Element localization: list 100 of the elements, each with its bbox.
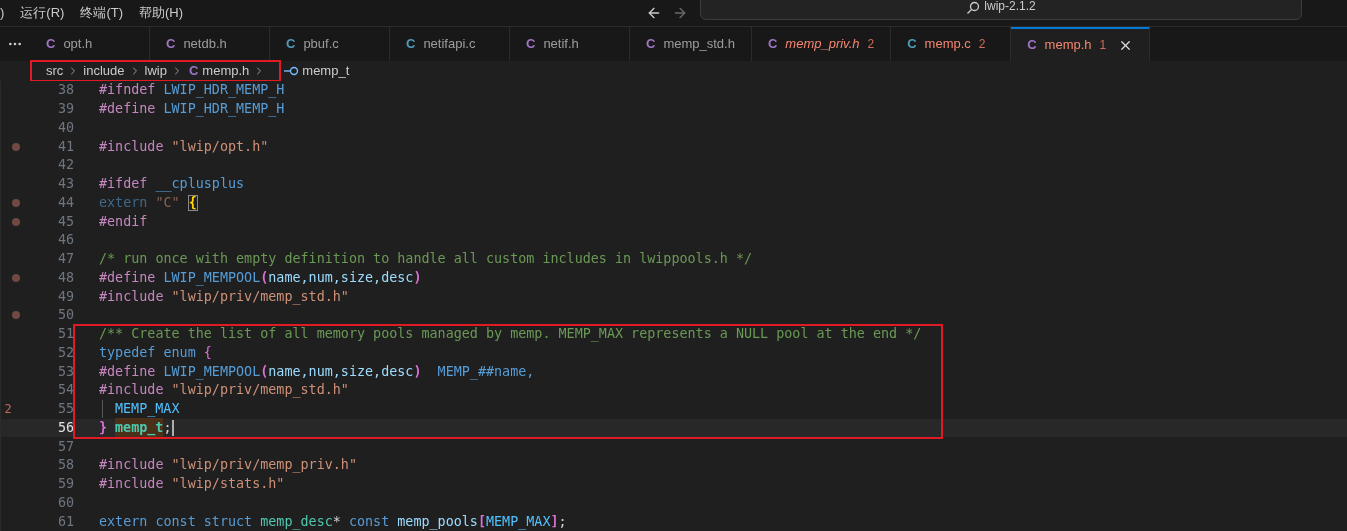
code-token: ; [163, 418, 172, 437]
breadcrumb-item[interactable]: include [83, 61, 125, 81]
code-token: ; [558, 512, 567, 531]
code-token: #include [99, 381, 164, 400]
code-token: #include [99, 137, 164, 156]
file-type-icon: C [526, 34, 536, 54]
line-number: 42 [56, 156, 74, 175]
code-token: LWIP_HDR_MEMP_H [162, 100, 285, 119]
line-number: 61 [56, 512, 74, 531]
file-type-icon: C [1027, 35, 1037, 55]
code-token: "lwip/priv/memp_std.h" [170, 287, 349, 307]
tab-label: pbuf.c [303, 35, 339, 54]
tab-label: memp_priv.h [785, 35, 860, 54]
line-number: 54 [56, 381, 74, 400]
line-number: 48 [56, 268, 74, 287]
tab-label: opt.h [63, 35, 93, 54]
line-number: 40 [56, 118, 74, 137]
code-token: #include [99, 287, 164, 306]
symbol-icon [283, 66, 300, 76]
code-token: const [347, 512, 390, 531]
code-token: #define [99, 362, 156, 381]
code-token: MEMP_MAX [115, 400, 180, 419]
file-type-icon: C [767, 34, 778, 54]
line-number: 57 [56, 437, 74, 456]
code-token: [ [477, 512, 486, 529]
line-number: 53 [56, 362, 74, 381]
line-number: 52 [56, 343, 74, 362]
line-number: 49 [56, 287, 74, 306]
breadcrumb-item[interactable]: memp_t [302, 61, 350, 81]
code-token: #include [99, 456, 164, 475]
code-token: #define [99, 268, 156, 287]
code-token: extern const struct [99, 512, 253, 531]
code-token: ( [260, 362, 269, 379]
code-token: MEMP_##name, [436, 362, 535, 382]
file-type-icon: C [646, 34, 656, 54]
code-token: #define [99, 100, 156, 119]
code-token: name,num,size,desc [268, 268, 414, 287]
code-token: } [99, 418, 108, 437]
menu-item[interactable]: 终端(T) [80, 3, 123, 23]
line-number: 45 [56, 212, 74, 231]
tab-label: memp.h [1044, 36, 1092, 55]
tab-label: netif.h [543, 35, 579, 54]
code-token: name,num,size,desc [268, 362, 414, 381]
code-token: ( [260, 268, 269, 285]
code-token: ) [413, 362, 422, 381]
line-number: 39 [56, 100, 74, 119]
code-token: extern [99, 193, 148, 212]
code-token: __cplusplus [154, 175, 245, 194]
code-token: "lwip/opt.h" [170, 137, 269, 156]
code-token: MEMP_MAX [486, 512, 551, 531]
line-number: 46 [56, 231, 74, 250]
file-type-icon: C [907, 34, 917, 54]
code-token: #endif [99, 212, 148, 231]
line-number: 51 [56, 325, 74, 344]
problem-count: 2 [978, 36, 986, 53]
code-token: ] [550, 512, 559, 531]
code-token: "lwip/priv/memp_std.h" [170, 381, 349, 400]
line-number: 38 [56, 81, 74, 100]
code-token: #ifndef [99, 81, 156, 100]
menu-item[interactable]: ) [0, 3, 5, 23]
code-token: LWIP_MEMPOOL [162, 268, 261, 288]
code-token: LWIP_HDR_MEMP_H [162, 81, 285, 100]
line-number: 50 [56, 306, 74, 325]
search-icon [966, 1, 981, 15]
breadcrumb-item[interactable]: memp.h [202, 61, 250, 81]
editor-tab[interactable]: C memp.h 1 [1011, 27, 1151, 61]
tab-label: memp_std.h [663, 35, 735, 54]
file-type-icon: C [406, 34, 416, 54]
search-field[interactable]: lwip-2.1.2 [700, 0, 1302, 20]
code-token: "C" [154, 193, 180, 212]
file-type-icon: C [286, 34, 296, 54]
breadcrumb-item[interactable]: lwip [144, 61, 167, 81]
tab-label: netifapi.c [423, 35, 476, 54]
menu-item[interactable]: 运行(R) [20, 3, 65, 23]
breadcrumb-item[interactable]: src [46, 61, 64, 81]
code-token: memp_desc [259, 512, 333, 531]
code-token: /** Create the list of all memory pools managed by memp. MEMP_MAX represents a NULL pool at the end */ [99, 325, 922, 344]
line-number: 44 [56, 193, 74, 212]
line-number: 55 [56, 400, 74, 419]
problem-count: 2 [867, 36, 875, 53]
code-token: { [187, 194, 198, 211]
line-number: 60 [56, 493, 74, 512]
file-type-icon: C [46, 34, 56, 54]
file-type-icon: C [188, 61, 199, 81]
tab-label: netdb.h [183, 35, 227, 54]
problem-count: 1 [1099, 37, 1107, 54]
code-token: memp_pools [396, 512, 478, 531]
line-number: 56 [56, 418, 74, 437]
code-token: typedef enum [99, 343, 196, 362]
code-token: LWIP_MEMPOOL [162, 362, 261, 382]
line-number: 47 [56, 250, 74, 269]
code-token: #ifdef [99, 175, 148, 194]
code-token: * [332, 512, 341, 531]
code-token: /* run once with empty definition to handle all custom includes in lwippools.h */ [99, 250, 752, 269]
code-token: #include [99, 475, 164, 494]
code-token: "lwip/stats.h" [170, 475, 285, 494]
code-token: "lwip/priv/memp_priv.h" [170, 456, 357, 475]
menu-item[interactable]: 帮助(H) [139, 3, 184, 23]
tab-label: memp.c [924, 35, 971, 54]
code-token: memp_t [115, 417, 164, 438]
